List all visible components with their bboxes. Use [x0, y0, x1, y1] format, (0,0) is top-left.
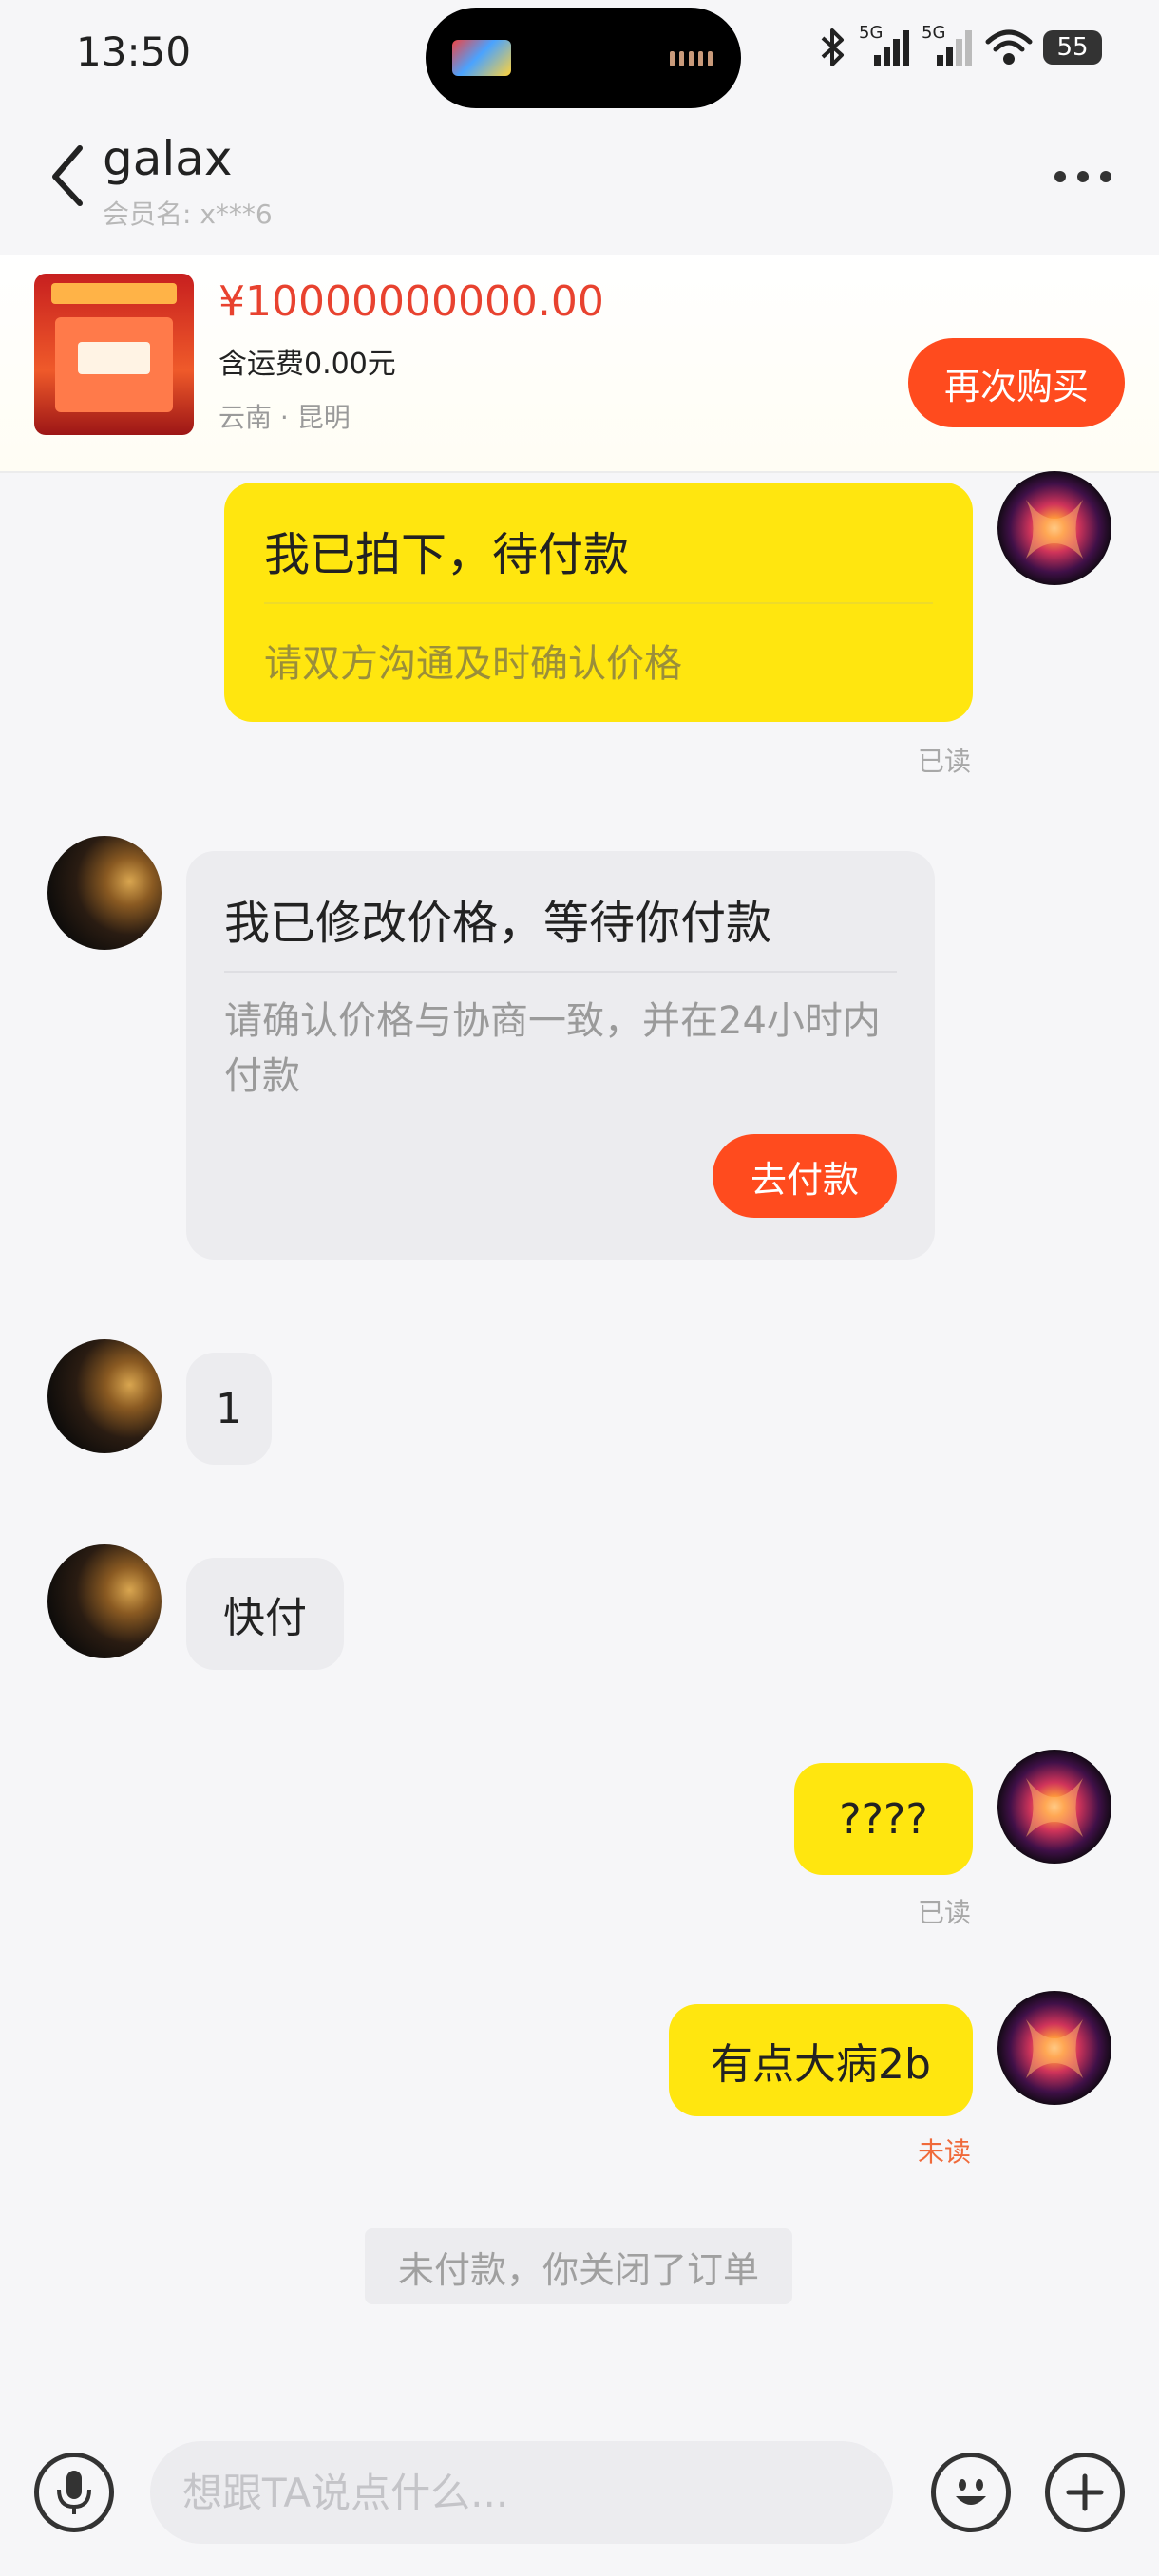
card-title: 我已修改价格，等待你付款 [224, 897, 772, 950]
media-thumbnail [452, 40, 511, 76]
status-time: 13:50 [76, 28, 192, 75]
contact-avatar[interactable] [48, 1339, 162, 1453]
product-location: 云南 · 昆明 [218, 402, 351, 433]
divider [264, 602, 933, 604]
more-icon [1100, 171, 1112, 182]
unread-status: 未读 [918, 2136, 972, 2168]
network-type-label: 5G [859, 23, 884, 43]
order-placed-card[interactable]: 我已拍下，待付款 请双方沟通及时确认价格 [224, 483, 973, 722]
contact-avatar[interactable] [48, 1544, 162, 1658]
contact-avatar[interactable] [48, 836, 162, 950]
emoji-button[interactable] [931, 2453, 1011, 2532]
signal-icon: 5G [859, 23, 912, 68]
read-status: 已读 [918, 746, 972, 777]
more-button[interactable] [1054, 171, 1112, 182]
go-pay-button[interactable]: 去付款 [712, 1134, 897, 1218]
dynamic-island[interactable] [426, 8, 741, 108]
more-icon [1054, 171, 1066, 182]
signal-icon: 5G [922, 23, 975, 68]
wifi-icon [985, 29, 1033, 65]
more-icon [1077, 171, 1089, 182]
back-button[interactable] [48, 142, 89, 213]
read-status: 已读 [918, 1897, 972, 1928]
system-notice: 未付款，你关闭了订单 [365, 2228, 792, 2304]
card-title: 我已拍下，待付款 [264, 528, 630, 581]
plus-icon [1066, 2473, 1104, 2511]
plus-button[interactable] [1045, 2453, 1125, 2532]
divider [224, 971, 897, 973]
product-thumbnail[interactable] [34, 274, 194, 435]
status-icons: 5G 5G 55 [817, 23, 1102, 68]
voice-button[interactable] [34, 2453, 114, 2532]
emoji-icon [956, 2479, 986, 2505]
my-avatar[interactable] [998, 471, 1112, 585]
message-bubble[interactable]: 1 [186, 1353, 272, 1465]
network-type-label: 5G [922, 23, 946, 43]
card-subtitle: 请双方沟通及时确认价格 [264, 642, 682, 686]
battery-icon: 55 [1043, 30, 1102, 65]
chat-title: galax [103, 131, 233, 186]
audio-visualizer-icon [670, 51, 712, 66]
chevron-left-icon [52, 145, 83, 206]
shipping-fee: 含运费0.00元 [218, 348, 396, 381]
my-avatar[interactable] [998, 1750, 1112, 1864]
product-price: ¥10000000000.00 [218, 277, 604, 326]
price-changed-card[interactable]: 我已修改价格，等待你付款 请确认价格与协商一致，并在24小时内付款 去付款 [186, 851, 935, 1260]
message-bubble[interactable]: 快付 [186, 1558, 344, 1670]
message-input[interactable] [150, 2441, 893, 2544]
member-name: 会员名: x***6 [103, 199, 273, 230]
microphone-icon [57, 2471, 91, 2514]
my-avatar[interactable] [998, 1991, 1112, 2105]
card-subtitle: 请确认价格与协商一致，并在24小时内付款 [224, 999, 881, 1098]
buy-again-button[interactable]: 再次购买 [908, 338, 1125, 427]
bluetooth-icon [821, 28, 844, 66]
message-bubble[interactable]: 有点大病2b [669, 2004, 973, 2116]
message-bubble[interactable]: ???? [794, 1763, 973, 1875]
